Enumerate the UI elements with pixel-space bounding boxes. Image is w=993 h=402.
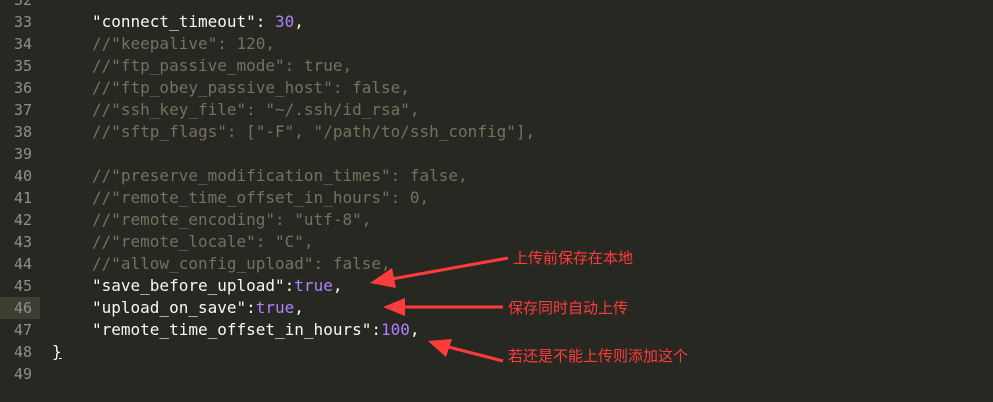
annotation-save-before-upload: 上传前保存在本地 <box>513 249 634 267</box>
annotation-upload-on-save: 保存同时自动上传 <box>508 299 629 317</box>
arrowhead-upload-on-save <box>383 298 405 316</box>
arrowhead-remote-offset <box>428 339 452 357</box>
code-editor[interactable]: 32 33 "connect_timeout": 30, 34//"keepalive… <box>0 0 993 402</box>
arrowhead-save-before-upload <box>370 268 396 288</box>
annotation-remote-offset: 若还是不能上传则添加这个 <box>508 347 689 365</box>
arrow-save-before-upload <box>374 256 509 284</box>
annotation-arrows <box>370 256 509 363</box>
